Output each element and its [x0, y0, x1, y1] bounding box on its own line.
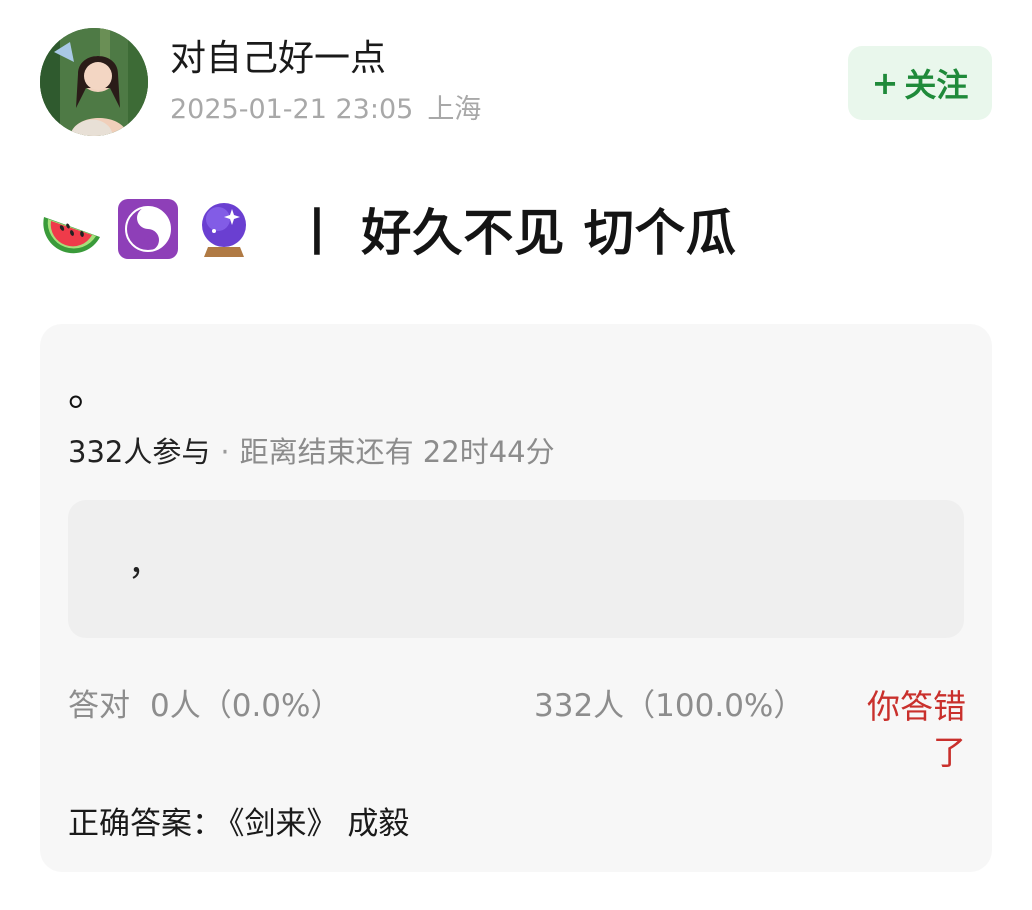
- title-separator: 丨: [292, 204, 343, 262]
- participant-count: 332人参与: [68, 435, 211, 469]
- poll-question: 。: [68, 369, 108, 415]
- post-title-row: 丨 好久不见 切个瓜: [40, 196, 737, 262]
- crystal-ball-icon: [192, 197, 256, 261]
- poll-option[interactable]: ，: [68, 500, 964, 638]
- answer-label: 正确答案：: [68, 806, 223, 842]
- watermelon-icon: [40, 197, 104, 261]
- answer-value: 《剑来》 成毅: [229, 806, 410, 842]
- other-result: 332人（100.0%）: [534, 688, 805, 724]
- separator-dot: ·: [220, 435, 230, 469]
- poll-card: 。 332人参与 · 距离结束还有 22时44分 ， 答对 0人（0.0%） 332人…: [40, 324, 992, 872]
- post-timestamp: 2025-01-21 23:05: [170, 94, 414, 125]
- correct-result: 答对 0人（0.0%）: [68, 686, 341, 726]
- wrong-answer-status: 你答错了: [867, 687, 966, 772]
- follow-button-label: 关注: [904, 66, 969, 104]
- author-name[interactable]: 对自己好一点: [170, 36, 386, 82]
- correct-stat: 0人（0.0%）: [150, 688, 342, 724]
- post-title: 丨 好久不见 切个瓜: [292, 193, 737, 265]
- plus-icon: +: [871, 64, 899, 102]
- follow-button[interactable]: + 关注: [848, 46, 992, 120]
- avatar[interactable]: [40, 28, 148, 136]
- poll-info: 332人参与 · 距离结束还有 22时44分: [68, 432, 555, 472]
- yin-yang-icon: [116, 197, 180, 261]
- poll-option-text: ，: [128, 544, 162, 584]
- title-text: 好久不见 切个瓜: [361, 204, 737, 262]
- post-meta: 2025-01-21 23:05 上海: [170, 92, 481, 128]
- correct-answer: 正确答案： 《剑来》 成毅: [68, 804, 409, 844]
- poll-countdown: 距离结束还有 22时44分: [239, 435, 555, 469]
- correct-label: 答对: [68, 688, 130, 724]
- post-location: 上海: [427, 94, 482, 125]
